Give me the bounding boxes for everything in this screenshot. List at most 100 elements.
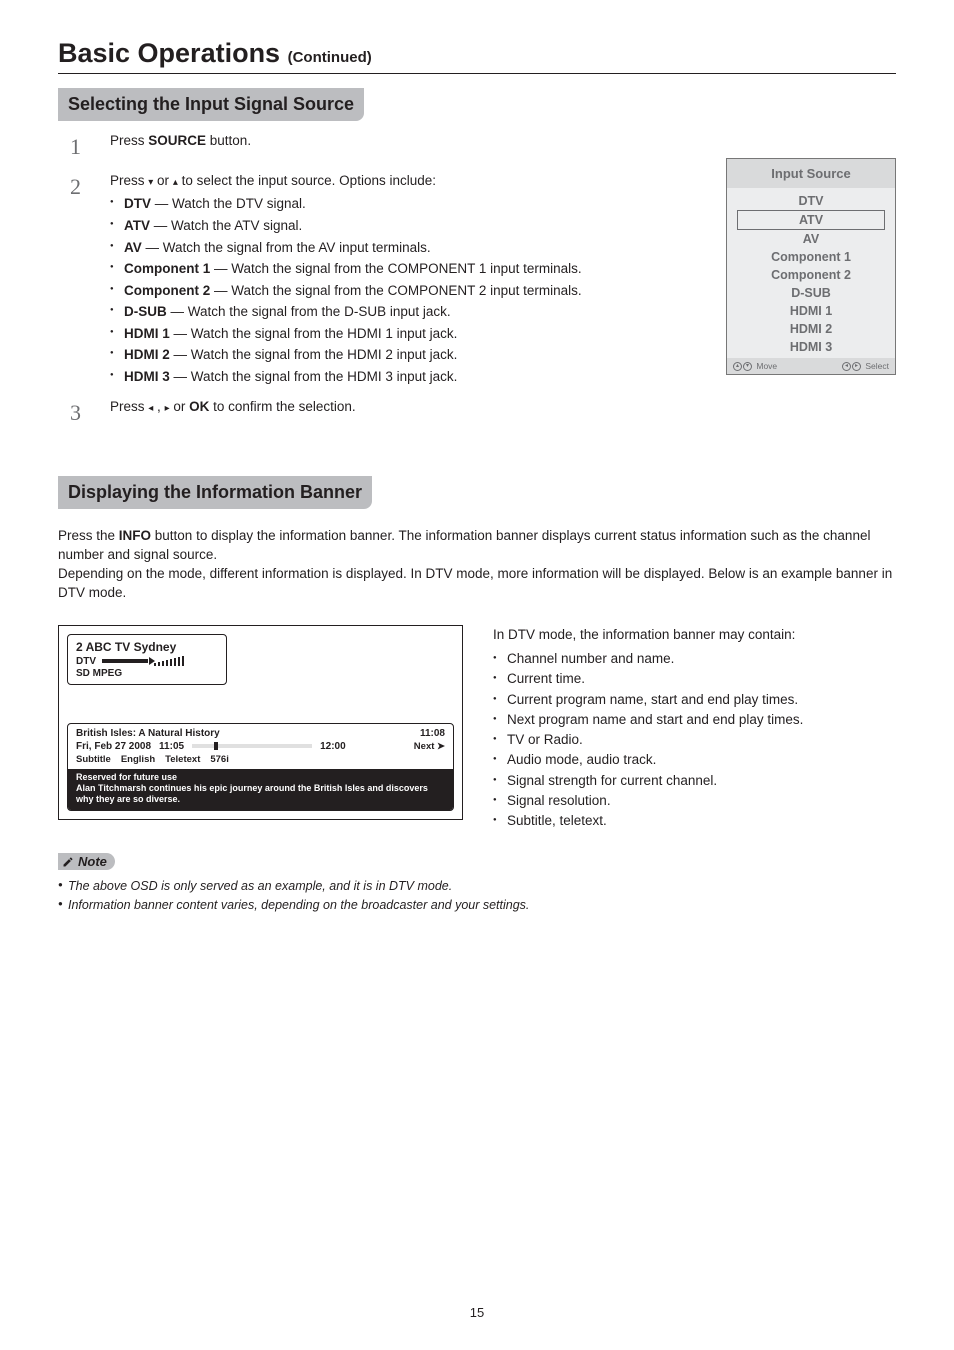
tag-res: 576i [210,754,229,765]
opt-dtv-name: DTV [124,196,151,211]
isp-item-dsub[interactable]: D-SUB [727,284,895,302]
up-icon: ▴ [733,362,742,371]
sd-mpeg: SD MPEG [76,668,218,679]
opt-dtv-desc: — Watch the DTV signal. [151,196,306,211]
dark-line2: Alan Titchmarsh continues his epic journ… [76,783,445,806]
dur-end: 12:00 [320,741,346,752]
channel-name: 2 ABC TV Sydney [76,640,218,654]
title-text: Basic Operations [58,38,280,68]
r6: Signal strength for current channel. [493,771,803,791]
isp-item-comp2[interactable]: Component 2 [727,266,895,284]
opt-hdmi1-desc: — Watch the signal from the HDMI 1 input… [170,326,458,341]
foot-move: ▴▾ Move [733,361,777,371]
right-items: Channel number and name. Current time. C… [493,649,803,831]
isp-item-comp1[interactable]: Component 1 [727,248,895,266]
isp-body: DTV ATV AV Component 1 Component 2 D-SUB… [727,188,895,358]
isp-item-dtv[interactable]: DTV [727,192,895,210]
right-lead: In DTV mode, the information banner may … [493,625,803,645]
page-number: 15 [0,1305,954,1320]
left-icon: ◂ [842,362,851,371]
isp-item-hdmi1[interactable]: HDMI 1 [727,302,895,320]
input-source-panel: Input Source DTV ATV AV Component 1 Comp… [726,158,896,375]
para-bold: INFO [119,528,151,543]
next-label: Next ➤ [414,741,445,752]
section-heading-info-banner: Displaying the Information Banner [58,476,372,509]
tag-row: Subtitle English Teletext 576i [68,753,453,769]
foot-move-label: Move [756,361,777,371]
r1: Current time. [493,669,803,689]
down-icon: ▾ [743,362,752,371]
note-label: Note [78,854,107,869]
opt-av-desc: — Watch the signal from the AV input ter… [142,240,431,255]
opt-hdmi3-name: HDMI 3 [124,369,170,384]
opt-hdmi2-name: HDMI 2 [124,347,170,362]
opt-av-name: AV [124,240,142,255]
s2-pre: Press [110,173,148,188]
banner-contents-list: In DTV mode, the information banner may … [493,625,803,832]
isp-item-hdmi3[interactable]: HDMI 3 [727,338,895,356]
note-line-0: The above OSD is only served as an examp… [58,877,896,896]
s3-ok: OK [189,399,209,414]
channel-name-text: 2 ABC TV Sydney [76,640,176,654]
info-paragraph: Press the INFO button to display the inf… [58,527,896,603]
foot-select-label: Select [865,361,889,371]
note-tag: Note [58,853,115,870]
step-1-num: 1 [70,131,88,163]
para-pre: Press the [58,528,119,543]
note-line-1: Information banner content varies, depen… [58,896,896,915]
opt-atv-desc: — Watch the ATV signal. [150,218,302,233]
two-column-row: 2 ABC TV Sydney DTV SD MPEG British Isle… [58,625,896,832]
opt-dsub-name: D-SUB [124,304,167,319]
tag-english: English [121,754,155,765]
isp-item-av[interactable]: AV [727,230,895,248]
dtv-label: DTV [76,656,96,667]
step-3-body: Press , or OK to confirm the selection. [110,397,896,429]
s3-pre: Press [110,399,148,414]
s3-mid: , [153,399,164,414]
opt-hdmi3-desc: — Watch the signal from the HDMI 3 input… [170,369,458,384]
title-rule [58,73,896,74]
title-continued: (Continued) [288,49,372,66]
r4: TV or Radio. [493,730,803,750]
opt-comp2-name: Component 2 [124,283,210,298]
signal-strength-icon [154,656,184,666]
isp-title: Input Source [727,159,895,188]
step-3: 3 Press , or OK to confirm the selection… [70,397,896,429]
para-post: button to display the information banner… [58,528,892,600]
opt-hdmi2-desc: — Watch the signal from the HDMI 2 input… [170,347,458,362]
section-heading-select-source: Selecting the Input Signal Source [58,88,364,121]
opt-comp2-desc: — Watch the signal from the COMPONENT 2 … [210,283,581,298]
s2-post: to select the input source. Options incl… [178,173,436,188]
pencil-icon [62,856,74,868]
s2-mid: or [153,173,173,188]
r7: Signal resolution. [493,791,803,811]
dark-line1: Reserved for future use [76,772,445,783]
opt-dsub-desc: — Watch the signal from the D-SUB input … [167,304,451,319]
banner-bottom-box: British Isles: A Natural History 11:08 F… [67,723,454,811]
note-lines: The above OSD is only served as an examp… [58,877,896,915]
start-time: 11:05 [159,741,184,752]
banner-dark-area: Reserved for future use Alan Titchmarsh … [68,769,453,810]
opt-comp1-name: Component 1 [124,261,210,276]
s3-or: or [170,399,190,414]
r3: Next program name and start and end play… [493,710,803,730]
r2: Current program name, start and end play… [493,690,803,710]
isp-item-atv-selected[interactable]: ATV [737,210,885,230]
isp-item-hdmi2[interactable]: HDMI 2 [727,320,895,338]
progress-bar [192,744,312,748]
isp-footer: ▴▾ Move ◂▸ Select [727,358,895,374]
step1-post: button. [206,133,251,148]
end-time: 11:08 [420,728,445,739]
tag-teletext: Teletext [165,754,200,765]
opt-comp1-desc: — Watch the signal from the COMPONENT 1 … [210,261,581,276]
step-2-num: 2 [70,171,88,389]
step-3-num: 3 [70,397,88,429]
r0: Channel number and name. [493,649,803,669]
prog-date: Fri, Feb 27 2008 [76,741,151,752]
prog-time-row: Fri, Feb 27 2008 11:05 12:00 Next ➤ [68,741,453,753]
prog-title-row: British Isles: A Natural History 11:08 [68,724,453,741]
tag-subtitle: Subtitle [76,754,111,765]
dtv-banner-mock: 2 ABC TV Sydney DTV SD MPEG British Isle… [58,625,463,820]
step1-bold: SOURCE [148,133,206,148]
s3-post: to confirm the selection. [209,399,355,414]
